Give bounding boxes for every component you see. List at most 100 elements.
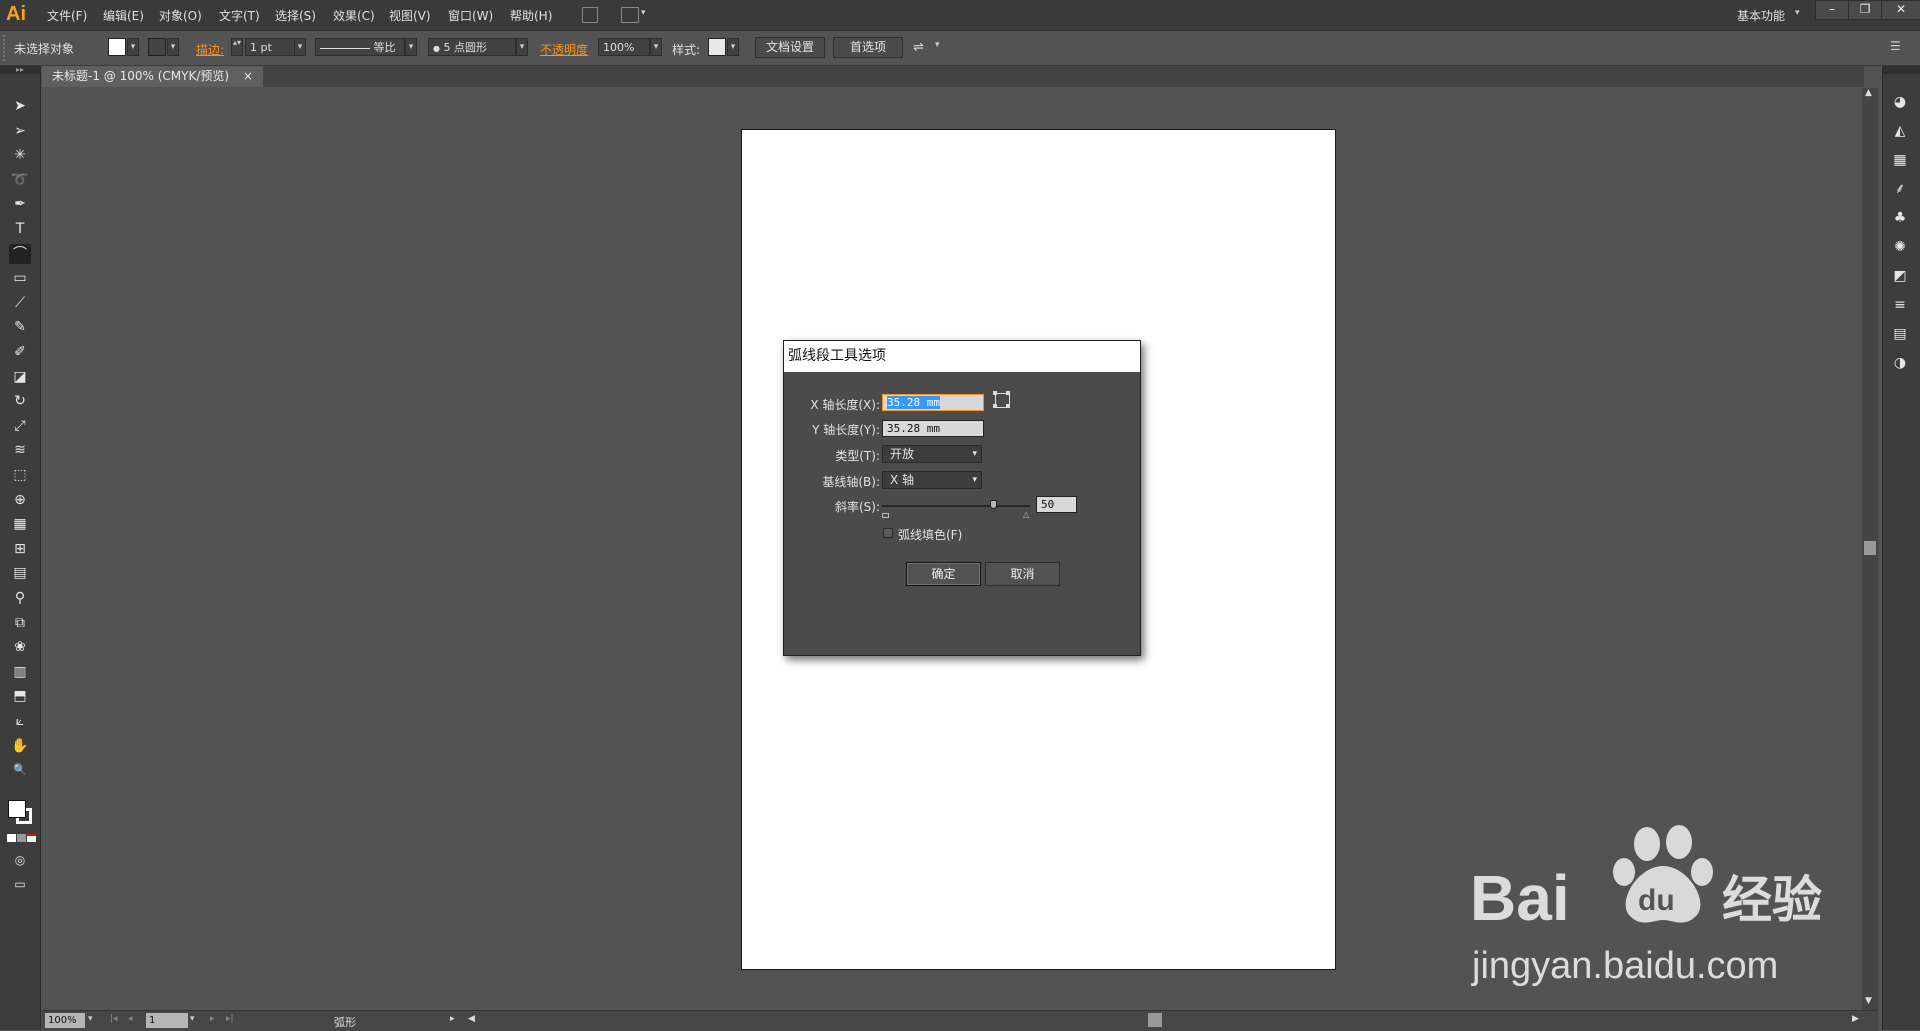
chevron-down-icon[interactable]: ▾ xyxy=(88,1014,93,1024)
fill-swatch[interactable] xyxy=(108,38,126,56)
stroke-swatch[interactable] xyxy=(148,38,166,56)
opacity-label[interactable]: 不透明度 xyxy=(540,41,588,58)
arrange-icon[interactable]: ⇌ xyxy=(913,40,924,55)
paintbrush-icon[interactable]: ⟋ xyxy=(9,293,31,313)
fill-color-icon[interactable] xyxy=(8,800,26,818)
document-tab[interactable]: 未标题-1 @ 100% (CMYK/预览) × xyxy=(42,66,263,87)
chevron-down-icon[interactable]: ▾ xyxy=(650,38,662,56)
chevron-down-icon[interactable]: ▾ xyxy=(127,38,139,56)
last-page-icon[interactable]: ▸| xyxy=(226,1014,234,1024)
blob-brush-icon[interactable]: ✐ xyxy=(9,342,31,362)
workspace-switcher[interactable]: 基本功能 xyxy=(1737,7,1785,24)
stepper-icon[interactable]: ▴▾ xyxy=(231,38,243,56)
artboard-icon[interactable]: ⬒ xyxy=(9,686,31,706)
close-button[interactable]: ✕ xyxy=(1881,0,1920,20)
shape-builder-icon[interactable]: ⊕ xyxy=(9,490,31,510)
chevron-down-icon[interactable]: ▾ xyxy=(167,38,179,56)
zoom-icon[interactable]: 🔍 xyxy=(9,760,31,780)
x-axis-length-input[interactable]: 35.28 mm xyxy=(882,394,984,411)
chevron-down-icon[interactable]: ▾ xyxy=(516,38,528,56)
cancel-button[interactable]: 取消 xyxy=(985,562,1060,586)
chevron-down-icon[interactable]: ▾ xyxy=(190,1014,195,1024)
type-select[interactable]: 开放 ▾ xyxy=(882,445,982,463)
chevron-down-icon[interactable]: ▾ xyxy=(1795,8,1800,18)
chevron-down-icon[interactable]: ▾ xyxy=(641,8,646,18)
menu-view[interactable]: 视图(V) xyxy=(389,7,431,24)
draw-mode-icon[interactable]: ◎ xyxy=(9,850,31,870)
horizontal-scroll-thumb[interactable] xyxy=(1148,1013,1162,1027)
slope-slider-thumb[interactable] xyxy=(990,500,997,509)
menu-type[interactable]: 文字(T) xyxy=(219,7,260,24)
type-icon[interactable]: T xyxy=(9,219,31,239)
chevron-down-icon[interactable]: ▾ xyxy=(294,38,306,56)
free-transform-icon[interactable]: ⬚ xyxy=(9,465,31,485)
base-axis-select[interactable]: X 轴 ▾ xyxy=(882,471,982,489)
collapse-icon[interactable]: ▸▸ xyxy=(0,66,40,74)
bridge-icon[interactable] xyxy=(582,7,598,23)
rectangle-icon[interactable]: ▭ xyxy=(9,268,31,288)
scroll-up-icon[interactable]: ▲ xyxy=(1865,88,1872,98)
pencil-icon[interactable]: ✎ xyxy=(9,317,31,337)
opacity-input[interactable]: 100% xyxy=(598,38,650,56)
menu-object[interactable]: 对象(O) xyxy=(159,7,202,24)
arc-icon[interactable]: ⌒ xyxy=(9,243,31,264)
preferences-button[interactable]: 首选项 xyxy=(833,37,903,58)
arc-reference-point-icon[interactable] xyxy=(993,391,1010,408)
color-mode-icon[interactable] xyxy=(7,834,16,842)
style-swatch[interactable] xyxy=(708,38,726,56)
menu-help[interactable]: 帮助(H) xyxy=(510,7,552,24)
menu-window[interactable]: 窗口(W) xyxy=(448,7,493,24)
page-input[interactable]: 1 xyxy=(146,1013,188,1028)
appearance-icon[interactable]: ◩ xyxy=(1889,266,1911,286)
brush-select[interactable]: ● 5 点圆形 xyxy=(428,38,516,56)
none-mode-icon[interactable] xyxy=(27,834,36,842)
next-page-icon[interactable]: ▸ xyxy=(210,1014,215,1024)
y-axis-length-input[interactable]: 35.28 mm xyxy=(882,420,984,437)
gradient-mode-icon[interactable] xyxy=(17,834,26,842)
close-tab-icon[interactable]: × xyxy=(243,69,253,83)
fill-arc-checkbox[interactable] xyxy=(883,528,893,538)
restore-button[interactable]: ❐ xyxy=(1848,0,1882,20)
status-menu-icon[interactable]: ▸ xyxy=(450,1014,455,1024)
lasso-icon[interactable]: ➰ xyxy=(9,170,31,190)
zoom-select[interactable]: 100% xyxy=(45,1013,85,1028)
slope-input[interactable]: 50 xyxy=(1036,496,1077,513)
selection-icon[interactable]: ➤ xyxy=(9,96,31,116)
stroke-label[interactable]: 描边: xyxy=(196,41,224,58)
ok-button[interactable]: 确定 xyxy=(906,562,981,586)
slice-icon[interactable]: ⟀ xyxy=(9,711,31,731)
scroll-left-icon[interactable]: ◀ xyxy=(468,1014,475,1024)
gradient-icon[interactable]: ▤ xyxy=(9,563,31,583)
slope-slider-track[interactable] xyxy=(882,505,1030,507)
stroke-profile-select[interactable]: 等比 xyxy=(315,38,405,56)
mesh-icon[interactable]: ⊞ xyxy=(9,539,31,559)
color-icon[interactable]: ◕ xyxy=(1889,92,1911,112)
hand-icon[interactable]: ✋ xyxy=(9,736,31,756)
menu-edit[interactable]: 编辑(E) xyxy=(103,7,144,24)
warp-icon[interactable]: ≋ xyxy=(9,440,31,460)
chevron-down-icon[interactable]: ▾ xyxy=(405,38,417,56)
menu-effect[interactable]: 效果(C) xyxy=(333,7,375,24)
symbols-icon[interactable]: ♣ xyxy=(1889,208,1911,228)
arrange-documents-icon[interactable] xyxy=(621,7,639,23)
stroke-weight-input[interactable]: 1 pt xyxy=(245,38,295,56)
minimize-button[interactable]: – xyxy=(1815,0,1849,20)
brushes-icon[interactable]: ⸙ xyxy=(1889,179,1911,199)
swatches-icon[interactable]: ▦ xyxy=(1889,150,1911,170)
panel-menu-icon[interactable]: ☰ xyxy=(1890,39,1901,53)
chevron-down-icon[interactable]: ▾ xyxy=(935,40,940,50)
scroll-right-icon[interactable]: ▶ xyxy=(1852,1014,1859,1024)
perspective-grid-icon[interactable]: ▦ xyxy=(9,514,31,534)
color-guide-icon[interactable]: ◭ xyxy=(1889,121,1911,141)
menu-file[interactable]: 文件(F) xyxy=(47,7,87,24)
menu-select[interactable]: 选择(S) xyxy=(275,7,316,24)
scale-icon[interactable]: ⤢ xyxy=(9,416,31,436)
magic-wand-icon[interactable]: ✳ xyxy=(9,145,31,165)
direct-selection-icon[interactable]: ➢ xyxy=(9,121,31,141)
screen-mode-icon[interactable]: ▭ xyxy=(9,874,31,894)
gradient-icon[interactable]: ▤ xyxy=(1889,324,1911,344)
chevron-down-icon[interactable]: ▾ xyxy=(727,38,739,56)
vertical-scroll-thumb[interactable] xyxy=(1864,541,1876,555)
transparency-icon[interactable]: ◑ xyxy=(1889,353,1911,373)
stroke-icon[interactable]: ≡ xyxy=(1889,295,1911,315)
